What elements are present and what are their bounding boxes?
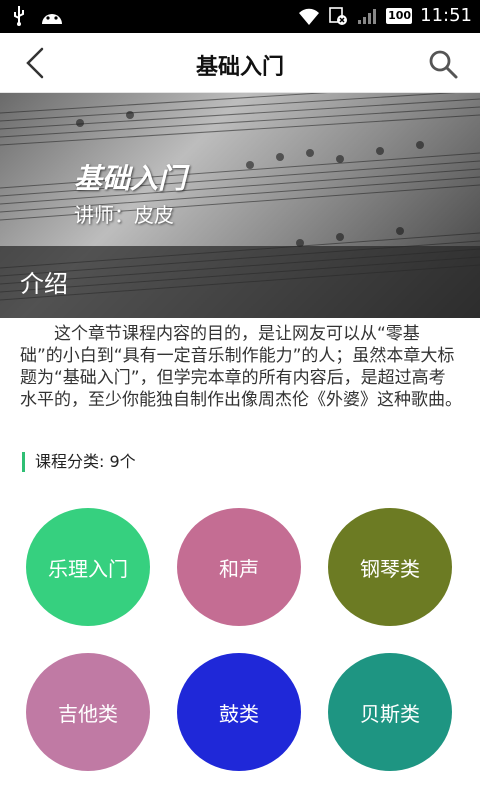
category-item-harmony[interactable]: 和声 bbox=[177, 508, 301, 626]
status-bar: 100 11:51 bbox=[0, 0, 480, 33]
category-item-guitar[interactable]: 吉他类 bbox=[26, 653, 150, 771]
clock: 11:51 bbox=[420, 5, 472, 26]
category-heading: 课程分类: 9个 bbox=[22, 452, 136, 472]
search-icon bbox=[429, 50, 458, 79]
category-item-piano[interactable]: 钢琴类 bbox=[328, 508, 452, 626]
category-item-theory[interactable]: 乐理入门 bbox=[26, 508, 150, 626]
signal-icon bbox=[358, 8, 377, 24]
sim-icon bbox=[329, 6, 348, 25]
app-header: 基础入门 bbox=[0, 33, 480, 93]
banner-title: 基础入门 bbox=[74, 162, 187, 195]
section-bar: 介绍 bbox=[0, 246, 480, 318]
course-description: 这个章节课程内容的目的，是让网友可以从“零基础”的小白到“具有一定音乐制作能力”… bbox=[20, 324, 462, 410]
category-item-bass[interactable]: 贝斯类 bbox=[328, 653, 452, 771]
section-label: 介绍 bbox=[20, 270, 68, 298]
course-banner: 基础入门 讲师：皮皮 介绍 bbox=[0, 93, 480, 318]
page-title: 基础入门 bbox=[195, 55, 284, 80]
usb-icon bbox=[14, 6, 24, 26]
battery-icon: 100 bbox=[386, 7, 413, 24]
android-icon bbox=[42, 14, 62, 24]
teacher-label: 讲师：皮皮 bbox=[74, 203, 174, 227]
wifi-icon bbox=[299, 8, 320, 25]
search-button[interactable] bbox=[426, 47, 460, 81]
category-item-drums[interactable]: 鼓类 bbox=[177, 653, 301, 771]
